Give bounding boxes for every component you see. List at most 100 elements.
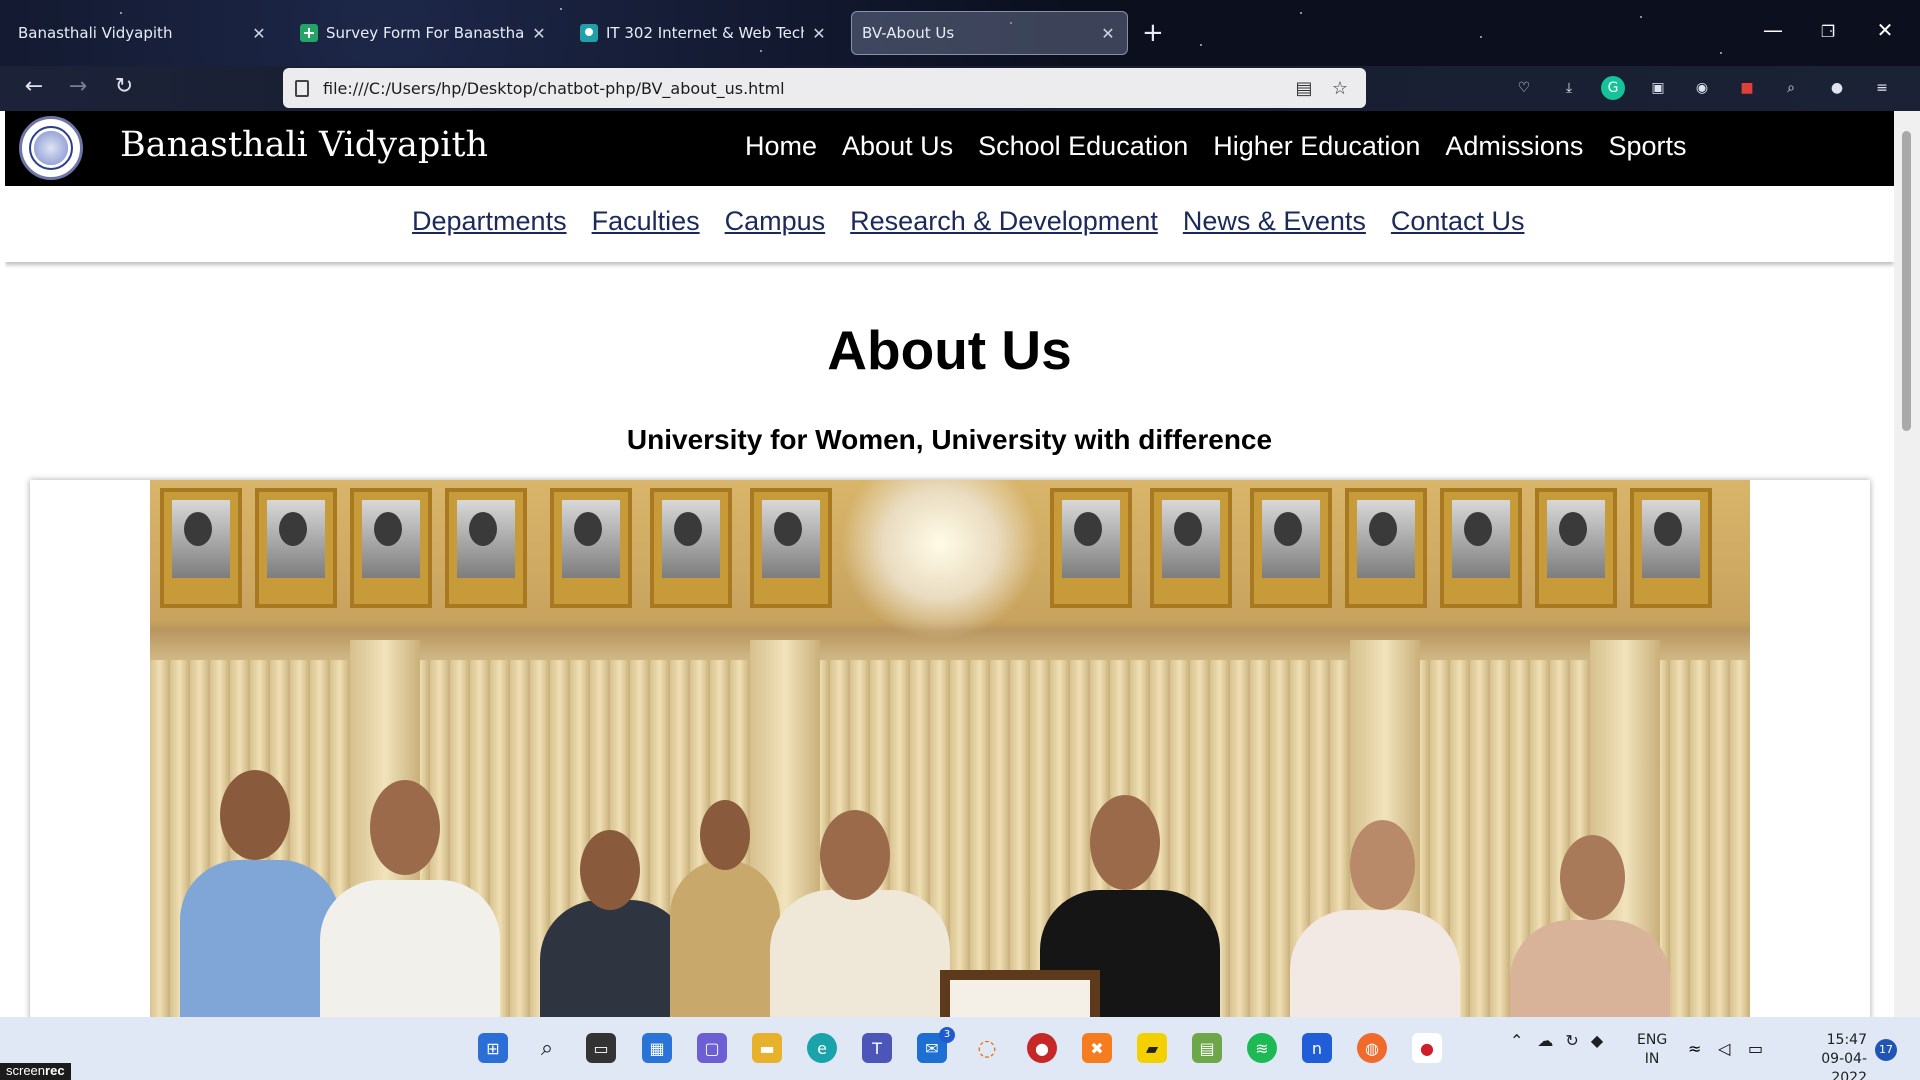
page-icon: [295, 79, 309, 97]
nav-school-education[interactable]: School Education: [978, 131, 1188, 162]
tab-close-icon[interactable]: ✕: [250, 24, 268, 43]
tab-label: BV-About Us: [862, 24, 955, 42]
extension-eye-icon[interactable]: ◉: [1690, 76, 1714, 100]
file-explorer-icon[interactable]: ▬: [752, 1033, 782, 1063]
xampp-icon[interactable]: ✖: [1082, 1033, 1112, 1063]
photo-card: [30, 480, 1870, 1017]
system-tray: ⌃ ☁ ↻ ◆: [1510, 1031, 1603, 1050]
clock-date: 09-04-2022: [1821, 1051, 1867, 1080]
download-icon[interactable]: ⤓: [1557, 76, 1581, 100]
screenrec-watermark: screenrec: [0, 1063, 71, 1080]
tab-close-icon[interactable]: ✕: [1099, 24, 1117, 43]
region-code: IN: [1644, 1051, 1660, 1067]
sticky-notes-icon[interactable]: ▰: [1137, 1033, 1167, 1063]
link-campus[interactable]: Campus: [725, 206, 826, 237]
reader-view-icon[interactable]: ▤: [1290, 78, 1318, 99]
firefox-icon[interactable]: ◍: [1357, 1033, 1387, 1063]
link-research-development[interactable]: Research & Development: [850, 206, 1158, 237]
sub-menu: Departments Faculties Campus Research & …: [412, 206, 1549, 237]
language-indicator[interactable]: ENG IN: [1637, 1031, 1667, 1069]
page-subtitle: University for Women, University with di…: [626, 424, 1273, 455]
watermark-part2: rec: [45, 1063, 65, 1078]
restore-button[interactable]: ❐: [1813, 22, 1843, 41]
mail-icon[interactable]: ✉ 3: [917, 1027, 955, 1063]
onedrive-icon[interactable]: ☁: [1537, 1031, 1553, 1050]
teams-icon[interactable]: T: [862, 1033, 892, 1063]
tab-label: Survey Form For Banasthalites (: [326, 24, 524, 42]
jupyter-icon[interactable]: ◌: [972, 1033, 1002, 1063]
volume-icon[interactable]: ◁: [1718, 1039, 1730, 1058]
nav-higher-education[interactable]: Higher Education: [1213, 131, 1420, 162]
battery-icon[interactable]: ▭: [1748, 1039, 1763, 1058]
nav-sports[interactable]: Sports: [1608, 131, 1686, 162]
sheets-app-icon[interactable]: ▤: [1192, 1033, 1222, 1063]
edge-icon[interactable]: e: [807, 1033, 837, 1063]
chevron-up-icon[interactable]: ⌃: [1510, 1031, 1523, 1050]
grammarly-icon[interactable]: G: [1601, 76, 1625, 100]
tab-close-icon[interactable]: ✕: [530, 24, 548, 43]
google-classroom-icon: [580, 24, 598, 42]
link-faculties[interactable]: Faculties: [592, 206, 700, 237]
dropbox-icon[interactable]: ◆: [1591, 1031, 1603, 1050]
taskbar: ⊞ ⌕ ▭ ▦ ▢ ▬ e T ✉ 3 ◌ ● ✖ ▰ ▤ ≋ n ◍ ● ⌃ ☁…: [0, 1017, 1920, 1080]
nav-home[interactable]: Home: [745, 131, 817, 162]
language-code: ENG: [1637, 1032, 1668, 1048]
notion-icon[interactable]: n: [1302, 1033, 1332, 1063]
zoom-icon[interactable]: ⌕: [1779, 76, 1803, 100]
account-icon[interactable]: ●: [1825, 76, 1849, 100]
app-red-dot-icon[interactable]: ●: [1412, 1033, 1442, 1063]
site-header: Banasthali Vidyapith Home About Us Schoo…: [5, 111, 1894, 186]
ceremony-photo: [150, 480, 1750, 1017]
nav-admissions[interactable]: Admissions: [1445, 131, 1583, 162]
spotify-icon[interactable]: ≋: [1247, 1033, 1277, 1063]
tab-banasthali-vidyapith[interactable]: Banasthali Vidyapith ✕: [8, 11, 278, 55]
pocket-icon[interactable]: ♡: [1512, 76, 1536, 100]
minimize-button[interactable]: —: [1758, 18, 1788, 42]
link-departments[interactable]: Departments: [412, 206, 567, 237]
widgets-icon[interactable]: ▦: [642, 1033, 672, 1063]
tab-label: Banasthali Vidyapith: [18, 24, 173, 42]
sync-icon[interactable]: ↻: [1565, 1031, 1578, 1050]
clock[interactable]: 15:47 09-04-2022: [1787, 1031, 1867, 1080]
nav-about-us[interactable]: About Us: [842, 131, 953, 162]
sub-menu-bar: Departments Faculties Campus Research & …: [5, 186, 1894, 262]
tab-label: IT 302 Internet & Web Technolo: [606, 24, 804, 42]
browser-nav-bar: ← → ↻ file:///C:/Users/hp/Desktop/chatbo…: [0, 66, 1920, 111]
search-icon[interactable]: ⌕: [532, 1033, 562, 1063]
forward-arrow-icon[interactable]: →: [62, 74, 94, 99]
chat-icon[interactable]: ▢: [697, 1033, 727, 1063]
tab-close-icon[interactable]: ✕: [810, 24, 828, 43]
menu-icon[interactable]: ≡: [1870, 76, 1894, 100]
link-contact-us[interactable]: Contact Us: [1391, 206, 1525, 237]
wifi-icon[interactable]: ≈: [1688, 1039, 1701, 1058]
clock-time: 15:47: [1826, 1032, 1867, 1048]
url-text: file:///C:/Users/hp/Desktop/chatbot-php/…: [323, 78, 785, 98]
page-scrollbar[interactable]: [1894, 111, 1920, 1017]
reload-icon[interactable]: ↻: [108, 74, 140, 99]
tab-survey-form[interactable]: Survey Form For Banasthalites ( ✕: [290, 11, 558, 55]
notification-count[interactable]: 17: [1875, 1039, 1897, 1061]
browser-tab-bar: Banasthali Vidyapith ✕ Survey Form For B…: [0, 0, 1920, 66]
tab-bv-about-us[interactable]: BV-About Us ✕: [851, 11, 1128, 55]
university-logo[interactable]: [19, 116, 83, 180]
web-page: Banasthali Vidyapith Home About Us Schoo…: [5, 111, 1894, 1017]
start-windows-icon[interactable]: ⊞: [478, 1033, 508, 1063]
window-close-button[interactable]: ✕: [1870, 18, 1900, 42]
site-title[interactable]: Banasthali Vidyapith: [120, 125, 488, 165]
new-tab-button[interactable]: +: [1142, 18, 1164, 48]
screenshot-icon[interactable]: ■: [1735, 76, 1759, 100]
record-icon[interactable]: ●: [1027, 1033, 1057, 1063]
bookmark-star-icon[interactable]: ☆: [1326, 78, 1354, 99]
main-menu: Home About Us School Education Higher Ed…: [745, 131, 1711, 162]
back-arrow-icon[interactable]: ←: [18, 74, 50, 99]
extension-lock-icon[interactable]: ▣: [1646, 76, 1670, 100]
link-news-events[interactable]: News & Events: [1183, 206, 1366, 237]
page-title: About Us: [827, 319, 1072, 381]
mail-badge: 3: [939, 1027, 955, 1043]
watermark-part1: screen: [6, 1063, 46, 1078]
scrollbar-thumb[interactable]: [1902, 131, 1911, 431]
google-sheets-icon: [300, 24, 318, 42]
address-bar[interactable]: file:///C:/Users/hp/Desktop/chatbot-php/…: [283, 68, 1366, 108]
task-view-icon[interactable]: ▭: [586, 1033, 616, 1063]
tab-it302[interactable]: IT 302 Internet & Web Technolo ✕: [570, 11, 838, 55]
